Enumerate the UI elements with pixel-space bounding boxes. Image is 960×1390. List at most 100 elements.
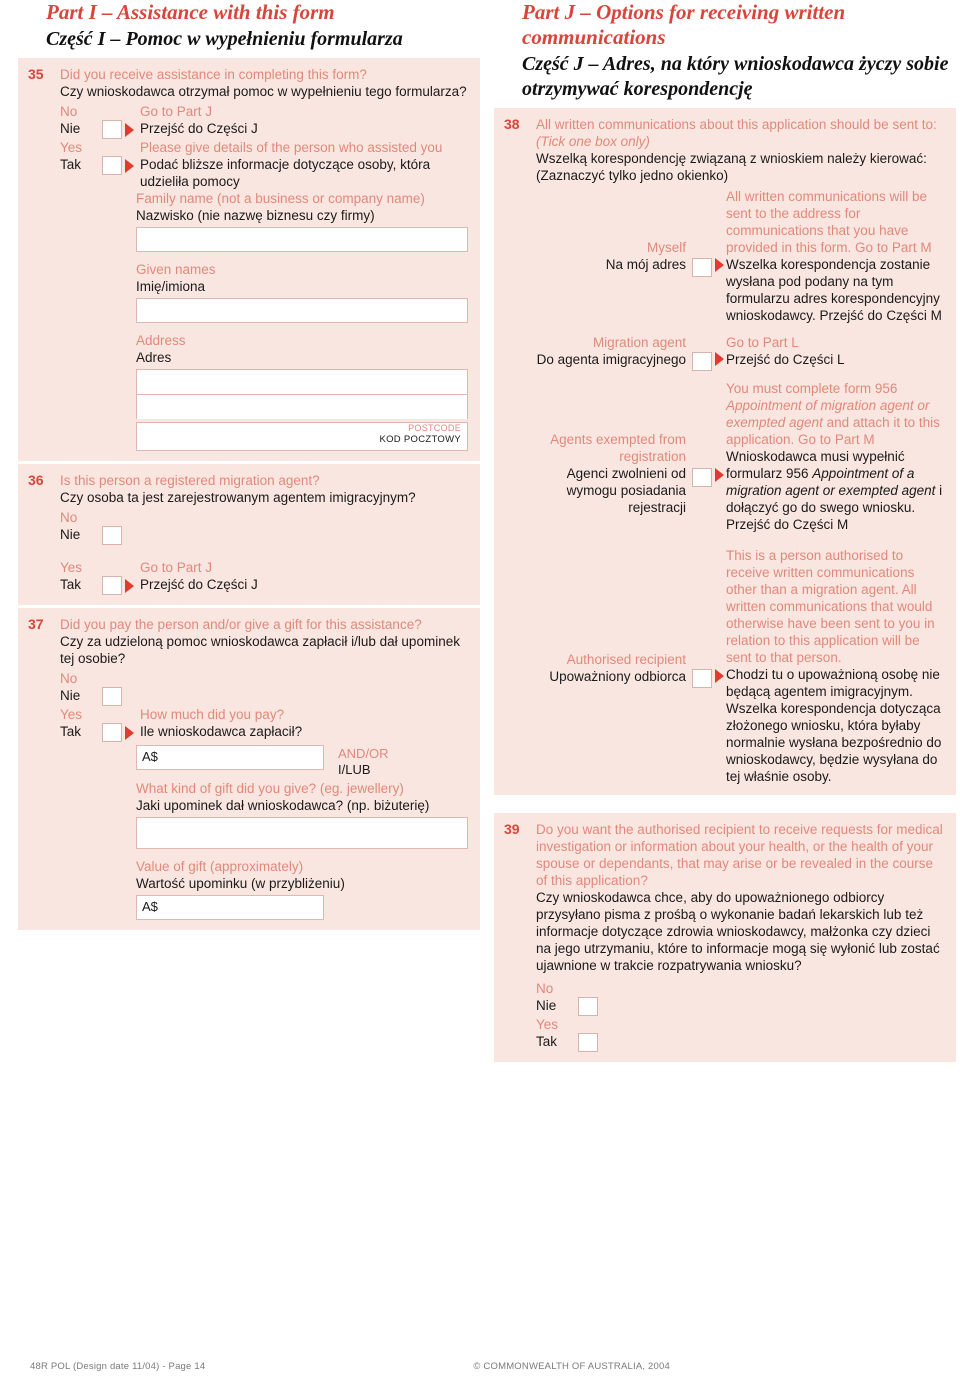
address-line-1-input[interactable] bbox=[136, 369, 468, 394]
question-37-howmuch-en: How much did you pay? bbox=[140, 707, 285, 722]
question-36-no-label-pl: Nie bbox=[60, 527, 81, 542]
option-exempt-agent-label-pl: Agenci zwolnieni od wymogu posiadania re… bbox=[566, 466, 686, 515]
question-35-yes-checkbox[interactable] bbox=[102, 156, 122, 175]
given-names-label-en: Given names bbox=[136, 262, 216, 277]
option-myself-desc-pl: Wszelka korespondencja zostanie wysłana … bbox=[726, 257, 942, 323]
question-39-text-pl: Czy wnioskodawca chce, aby do upoważnion… bbox=[536, 890, 940, 973]
question-36-yes-checkbox[interactable] bbox=[102, 576, 122, 595]
given-names-label-pl: Imię/imiona bbox=[136, 279, 206, 294]
gift-value-label-en: Value of gift (approximately) bbox=[136, 859, 304, 874]
question-35-no-row-en: No Go to Part J bbox=[60, 103, 468, 120]
address-label-pl: Adres bbox=[136, 350, 172, 365]
question-37-no-row-en: No bbox=[60, 670, 468, 687]
question-35-yes-text-pl: Podać bliższe informacje dotyczące osoby… bbox=[140, 157, 431, 189]
question-35-yes-text-en: Please give details of the person who as… bbox=[140, 140, 443, 155]
option-authorised-recipient-desc-pl: Chodzi tu o upoważnioną osobę nie będącą… bbox=[726, 667, 942, 784]
arrow-right-icon bbox=[125, 122, 134, 137]
question-37-no-checkbox[interactable] bbox=[102, 687, 122, 706]
gift-kind-input[interactable] bbox=[136, 817, 468, 849]
postcode-label-en: POSTCODE bbox=[408, 423, 461, 433]
question-35-no-label-pl: Nie bbox=[60, 121, 81, 136]
gift-kind-label-pl: Jaki upominek dał wnioskodawca? (np. biż… bbox=[136, 798, 430, 813]
footer-copyright: © COMMONWEALTH OF AUSTRALIA, 2004 bbox=[473, 1361, 670, 1372]
question-35-yes-row-en: Yes Please give details of the person wh… bbox=[60, 139, 468, 156]
option-myself-checkbox[interactable] bbox=[692, 258, 712, 277]
family-name-group: Family name (not a business or company n… bbox=[136, 190, 468, 252]
postcode-input[interactable]: POSTCODE KOD POCZTOWY bbox=[136, 422, 468, 451]
question-38-tick-en: (Tick one box only) bbox=[536, 134, 650, 149]
question-36: 36 Is this person a registered migration… bbox=[18, 464, 480, 605]
address-label-en: Address bbox=[136, 333, 186, 348]
option-exempt-agent-labels: Agents exempted from registration Agenci… bbox=[536, 380, 692, 516]
question-37-yes-row-pl: Tak Ile wnioskodawca zapłacił? bbox=[60, 723, 468, 742]
question-39-no-row-pl: Nie bbox=[536, 997, 944, 1016]
question-36-text-pl: Czy osoba ta jest zarejestrowanym agente… bbox=[60, 490, 416, 505]
question-37-yes-checkbox[interactable] bbox=[102, 723, 122, 742]
arrow-right-icon bbox=[715, 468, 724, 482]
part-j-title-pl: Część J – Adres, na który wnioskodawca ż… bbox=[522, 53, 949, 100]
given-names-input[interactable] bbox=[136, 298, 468, 323]
part-j-title-en: Part J – Options for receiving written c… bbox=[522, 0, 846, 49]
question-39-answers: No Nie Yes Tak bbox=[536, 980, 944, 1052]
and-or-label: AND/OR I/LUB bbox=[338, 742, 389, 778]
question-36-yes-goto-en: Go to Part J bbox=[140, 560, 213, 575]
question-36-yes-row-pl: Tak Przejść do Części J bbox=[60, 576, 468, 595]
option-myself-desc-en: All written communications will be sent … bbox=[726, 189, 932, 255]
question-36-no-checkbox[interactable] bbox=[102, 526, 122, 545]
question-39: 39 Do you want the authorised recipient … bbox=[494, 813, 956, 1062]
question-36-yes-goto-pl: Przejść do Części J bbox=[140, 577, 258, 592]
part-i-heading: Part I – Assistance with this form Część… bbox=[18, 0, 480, 58]
payment-amount-row: A$ AND/OR I/LUB bbox=[136, 742, 468, 778]
question-35-no-checkbox[interactable] bbox=[102, 120, 122, 139]
option-migration-agent-checkbox[interactable] bbox=[692, 352, 712, 371]
question-37-no-row-pl: Nie bbox=[60, 687, 468, 706]
option-authorised-recipient-label-pl: Upoważniony odbiorca bbox=[549, 669, 686, 684]
address-group: Address Adres POSTCODE KOD POCZTOWY bbox=[136, 332, 468, 451]
question-37-yes-row-en: Yes How much did you pay? bbox=[60, 706, 468, 723]
question-39-no-checkbox[interactable] bbox=[578, 997, 598, 1016]
question-36-answers: No Nie Yes Go to Part J Tak Przejść do C… bbox=[60, 509, 468, 595]
question-36-yes-label-pl: Tak bbox=[60, 577, 82, 592]
question-37-text-pl: Czy za udzieloną pomoc wnioskodawca zapł… bbox=[60, 634, 460, 666]
option-migration-agent-labels: Migration agent Do agenta imigracyjnego bbox=[536, 334, 692, 368]
question-39-no-label-en: No bbox=[536, 981, 554, 996]
and-or-label-pl: I/LUB bbox=[338, 762, 371, 777]
option-myself-desc: All written communications will be sent … bbox=[726, 188, 944, 324]
option-authorised-recipient-desc-en: This is a person authorised to receive w… bbox=[726, 548, 935, 665]
question-39-no-row-en: No bbox=[536, 980, 944, 997]
arrow-right-icon bbox=[125, 158, 134, 173]
question-35-no-row-pl: Nie Przejść do Części J bbox=[60, 120, 468, 139]
part-i-title-en: Part I – Assistance with this form bbox=[46, 0, 335, 24]
gift-value-input[interactable]: A$ bbox=[136, 895, 324, 920]
question-36-no-row-pl: Nie bbox=[60, 526, 468, 545]
question-39-yes-label-pl: Tak bbox=[536, 1034, 558, 1049]
gift-value-label-pl: Wartość upominku (w przybliżeniu) bbox=[136, 876, 345, 891]
question-35-text-en: Did you receive assistance in completing… bbox=[60, 67, 367, 82]
question-38-tick-pl: (Zaznaczyć tylko jedno okienko) bbox=[536, 168, 729, 183]
question-35-yes-label-en: Yes bbox=[60, 140, 83, 155]
part-j-heading: Part J – Options for receiving written c… bbox=[494, 0, 956, 108]
question-37-text-en: Did you pay the person and/or give a gif… bbox=[60, 617, 422, 632]
question-37-no-label-en: No bbox=[60, 671, 78, 686]
question-36-no-label-en: No bbox=[60, 510, 78, 525]
question-37-yes-label-pl: Tak bbox=[60, 724, 82, 739]
question-35-no-goto-en: Go to Part J bbox=[140, 104, 213, 119]
option-exempt-agent-checkbox[interactable] bbox=[692, 468, 712, 487]
question-35-text-pl: Czy wnioskodawca otrzymał pomoc w wypełn… bbox=[60, 84, 467, 99]
option-authorised-recipient-checkbox[interactable] bbox=[692, 669, 712, 688]
question-39-yes-row-pl: Tak bbox=[536, 1033, 944, 1052]
option-authorised-recipient-label-en: Authorised recipient bbox=[566, 652, 686, 667]
question-39-yes-checkbox[interactable] bbox=[578, 1033, 598, 1052]
arrow-right-icon bbox=[715, 352, 724, 366]
option-exempt-agent: Agents exempted from registration Agenci… bbox=[536, 380, 944, 533]
address-line-2-input[interactable] bbox=[136, 394, 468, 419]
family-name-input[interactable] bbox=[136, 227, 468, 252]
postcode-label-pl: KOD POCZTOWY bbox=[379, 434, 461, 445]
question-36-yes-label-en: Yes bbox=[60, 560, 83, 575]
option-authorised-recipient-desc: This is a person authorised to receive w… bbox=[726, 547, 944, 785]
payment-amount-input[interactable]: A$ bbox=[136, 745, 324, 770]
option-migration-agent: Migration agent Do agenta imigracyjnego … bbox=[536, 334, 944, 371]
question-39-no-label-pl: Nie bbox=[536, 998, 557, 1013]
arrow-right-icon bbox=[715, 669, 724, 683]
family-name-label-pl: Nazwisko (nie nazwę biznesu czy firmy) bbox=[136, 208, 375, 223]
